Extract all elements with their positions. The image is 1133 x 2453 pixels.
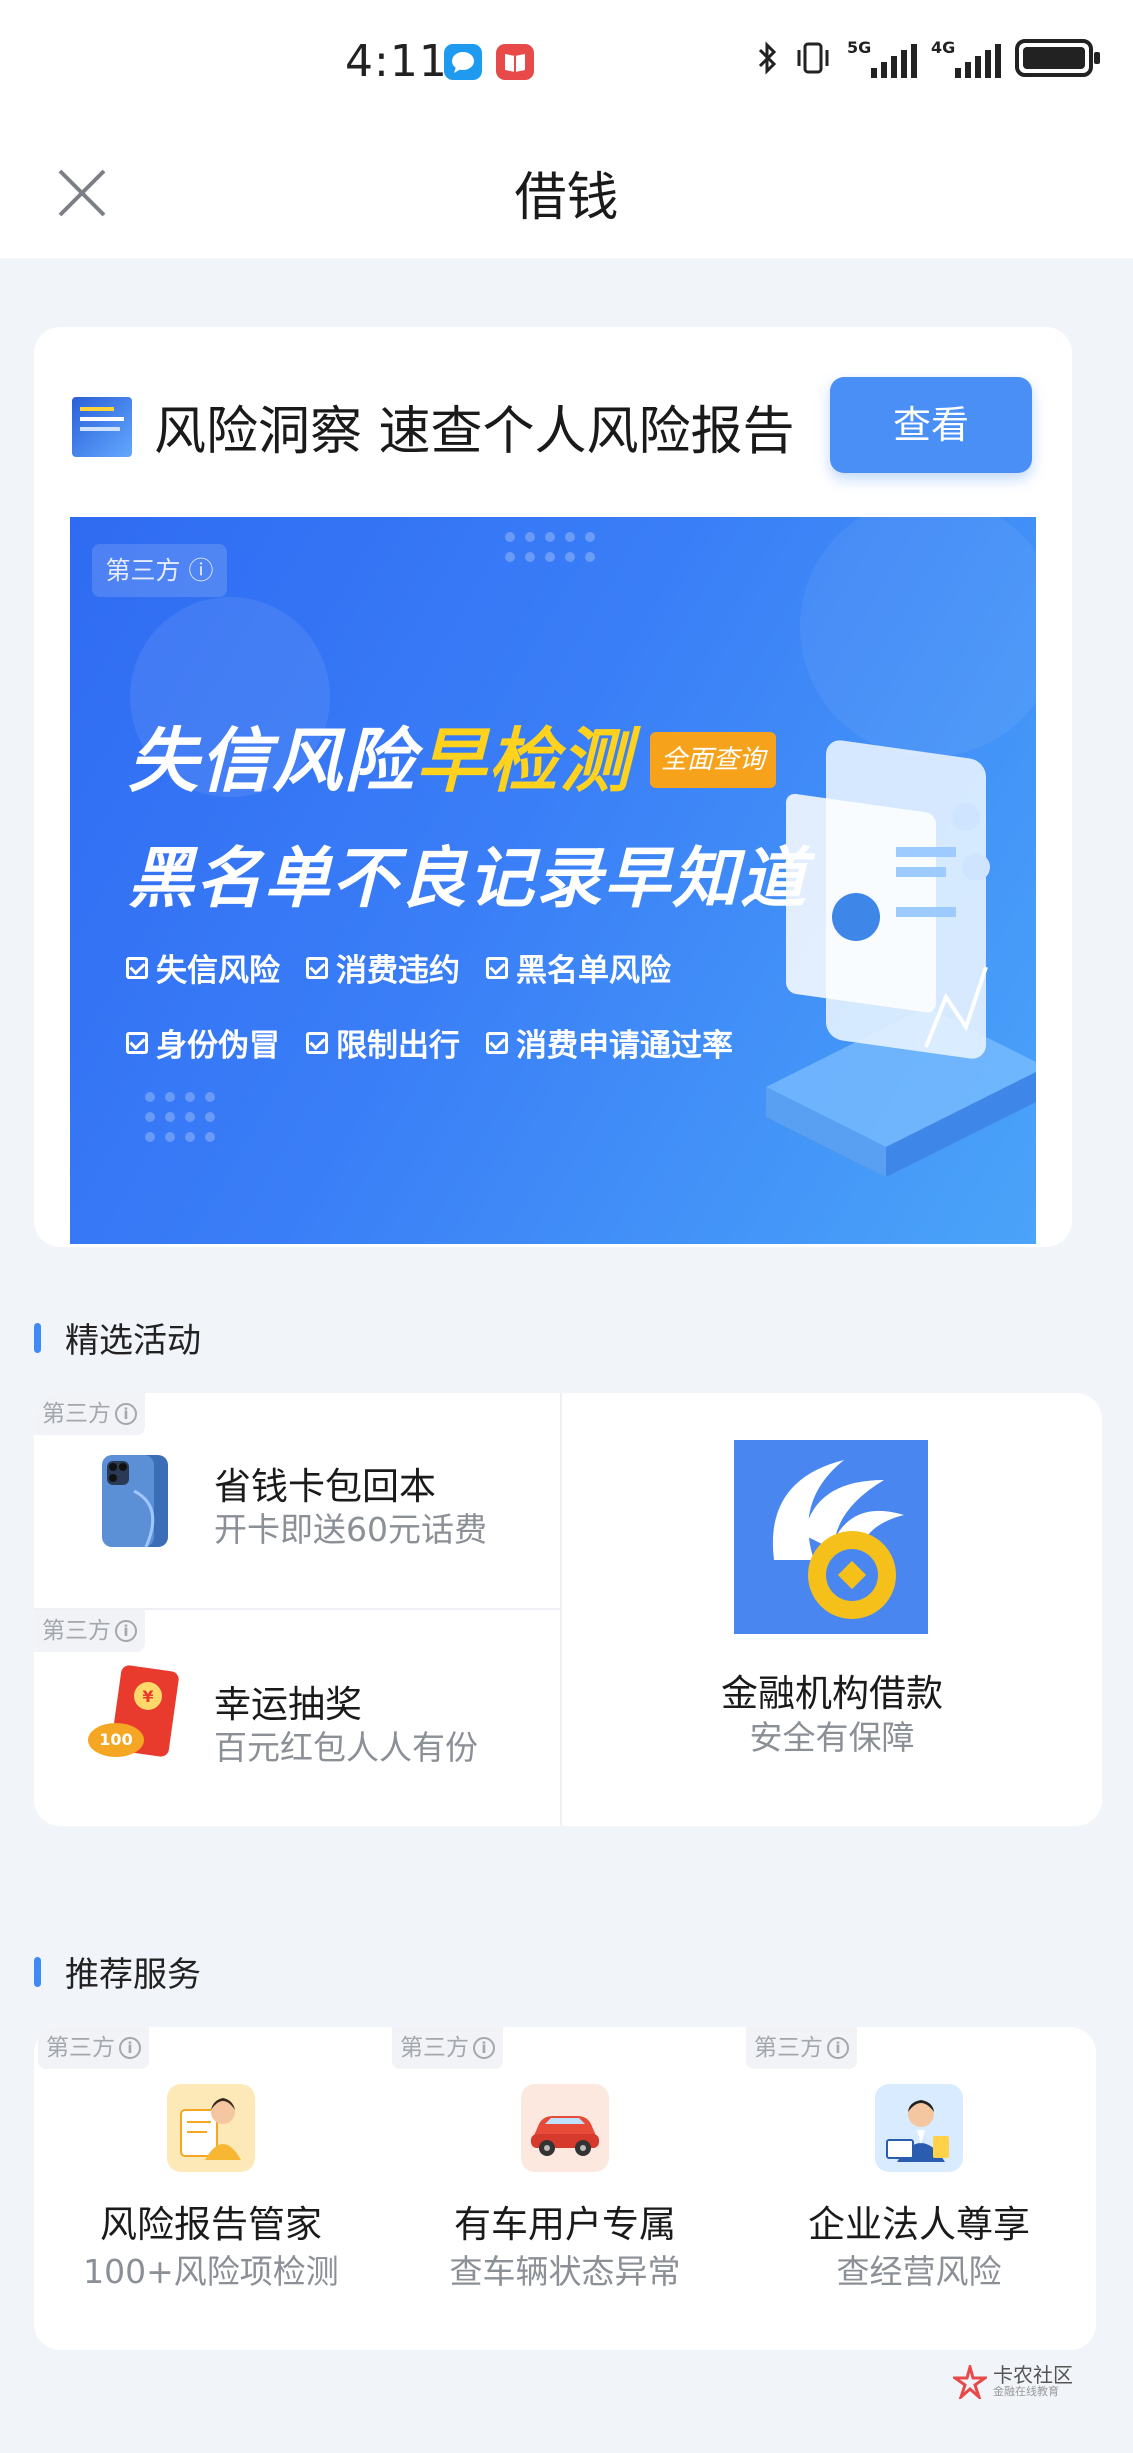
activity-title: 幸运抽奖 [214, 1683, 362, 1726]
report-manager-icon [167, 2084, 255, 2172]
view-button[interactable]: 查看 [830, 377, 1032, 473]
risk-banner[interactable]: 第三方 ⓘ 失信风险早检测 全面查询 黑名单不良记录早知道 失信风险 消费违约 … [70, 517, 1036, 1244]
svg-text:¥: ¥ [142, 1687, 153, 1706]
checklist-item-label: 限制出行 [336, 1028, 460, 1064]
checklist-item: 限制出行 [306, 1020, 486, 1065]
info-icon[interactable]: i [115, 1403, 137, 1425]
network-label-4g: 4G [931, 38, 956, 57]
checklist-item-label: 黑名单风险 [516, 953, 671, 989]
checkbox-icon [126, 956, 148, 979]
checklist-item-label: 消费申请通过率 [516, 1028, 733, 1064]
checklist-item: 身份伪冒 [126, 1020, 306, 1065]
service-subtitle: 查经营风险 [836, 2252, 1002, 2291]
checklist-item: 消费申请通过率 [486, 1020, 766, 1065]
third-party-badge: 第三方 i [34, 1393, 145, 1435]
checklist-item: 黑名单风险 [486, 945, 766, 990]
service-subtitle: 查车辆状态异常 [449, 2252, 681, 2291]
third-party-label: 第三方 [46, 2035, 115, 2061]
status-bar: 4:11 5G 4G [0, 0, 1133, 125]
section-accent-bar [34, 1956, 41, 1987]
section-header-activities: 精选活动 [34, 1313, 201, 1362]
service-title: 风险报告管家 [100, 2203, 322, 2246]
checkbox-icon [486, 956, 508, 979]
coin-label: 100 [99, 1730, 133, 1749]
book-app-icon [496, 44, 534, 80]
banner-headline: 失信风险早检测 [128, 705, 632, 806]
activity-item-lucky-draw[interactable]: 第三方 i ¥ 100 幸运抽奖 百元红包人人有份 [34, 1610, 560, 1826]
info-icon[interactable]: i [119, 2037, 141, 2059]
section-title: 推荐服务 [65, 1955, 201, 1995]
service-item-risk-report[interactable]: 第三方 i 风险报告管家 100+风险项检测 [34, 2027, 388, 2350]
third-party-badge: 第三方 i [34, 1610, 145, 1652]
activities-card: 第三方 i 省钱卡包回本 开卡即送60元话费 第三方 i ¥ 100 幸运抽奖 百元… [34, 1393, 1102, 1826]
service-item-business-owner[interactable]: 第三方 i 企业法人尊享 查经营风险 [742, 2027, 1096, 2350]
third-party-label: 第三方 [400, 2035, 469, 2061]
page-title: 借钱 [514, 168, 619, 228]
watermark-title: 卡农社区 [993, 2363, 1073, 2387]
service-title: 有车用户专属 [454, 2203, 676, 2246]
network-label-5g: 5G [847, 38, 872, 57]
third-party-label: 第三方 [754, 2035, 823, 2061]
section-header-services: 推荐服务 [34, 1947, 201, 1996]
third-party-badge: 第三方 i [746, 2027, 857, 2069]
section-title: 精选活动 [65, 1321, 201, 1361]
activity-title: 省钱卡包回本 [214, 1465, 436, 1508]
info-icon[interactable]: i [827, 2037, 849, 2059]
checklist-item-label: 消费违约 [336, 953, 460, 989]
activity-subtitle: 安全有保障 [749, 1718, 915, 1757]
activity-subtitle: 开卡即送60元话费 [214, 1510, 487, 1549]
service-subtitle: 100+风险项检测 [83, 2252, 339, 2291]
checkbox-icon [306, 956, 328, 979]
info-icon[interactable]: i [115, 1620, 137, 1642]
checkbox-icon [126, 1031, 148, 1054]
risk-report-thumbnail-icon [72, 397, 132, 457]
chat-bubble-icon [444, 44, 482, 80]
activity-title: 金融机构借款 [721, 1672, 943, 1715]
third-party-label: 第三方 [42, 1618, 111, 1644]
third-party-badge: 第三方 ⓘ [92, 544, 227, 597]
service-title: 企业法人尊享 [808, 2203, 1030, 2246]
activity-item-cashback[interactable]: 第三方 i 省钱卡包回本 开卡即送60元话费 [34, 1393, 560, 1608]
third-party-badge: 第三方 i [392, 2027, 503, 2069]
checklist-item: 消费违约 [306, 945, 486, 990]
section-accent-bar [34, 1322, 41, 1353]
third-party-badge: 第三方 i [38, 2027, 149, 2069]
services-card: 第三方 i 风险报告管家 100+风险项检测 第三方 i 有车用户专属 查车辆状态异… [34, 2027, 1096, 2350]
watermark-subtitle: 金融在线教育 [993, 2385, 1059, 2398]
finance-logo-icon [734, 1440, 928, 1634]
banner-subheadline: 黑名单不良记录早知道 [128, 840, 808, 917]
document-illustration-icon [766, 740, 1036, 1177]
banner-headline-highlight: 早检测 [416, 720, 632, 802]
service-item-car-owner[interactable]: 第三方 i 有车用户专属 查车辆状态异常 [388, 2027, 742, 2350]
risk-card-title: 风险洞察 速查个人风险报告 [154, 402, 795, 462]
watermark: 卡农社区 金融在线教育 [953, 2362, 1083, 2402]
vibrate-icon [797, 42, 829, 74]
watermark-logo-icon [953, 2365, 987, 2399]
third-party-label: 第三方 [42, 1401, 111, 1427]
info-icon[interactable]: i [473, 2037, 495, 2059]
checklist-item-label: 身份伪冒 [156, 1028, 280, 1064]
activity-subtitle: 百元红包人人有份 [214, 1728, 478, 1767]
phone-icon [102, 1455, 168, 1548]
car-icon [521, 2084, 609, 2172]
checkbox-icon [306, 1031, 328, 1054]
checklist-item-label: 失信风险 [156, 953, 280, 989]
banner-headline-prefix: 失信风险 [128, 720, 416, 802]
status-icons: 5G 4G [755, 38, 1100, 78]
bluetooth-icon [758, 41, 777, 75]
signal-5g-icon: 5G [847, 38, 917, 78]
checklist-item: 失信风险 [126, 945, 306, 990]
battery-icon [1015, 39, 1100, 77]
status-time: 4:11 [345, 36, 448, 87]
activity-item-finance-loan[interactable]: 金融机构借款 安全有保障 [562, 1393, 1102, 1826]
risk-insight-card[interactable]: 风险洞察 速查个人风险报告 查看 第三方 ⓘ 失信风险早检测 全面查询 黑名单不… [34, 327, 1072, 1247]
business-person-icon [875, 2084, 963, 2172]
red-envelope-icon: ¥ 100 [86, 1662, 186, 1762]
banner-checklist: 失信风险 消费违约 黑名单风险 身份伪冒 限制出行 消费申请通过率 [126, 945, 766, 1065]
checkbox-icon [486, 1031, 508, 1054]
nav-bar: 借钱 [0, 125, 1133, 258]
signal-4g-icon: 4G [931, 38, 1001, 78]
